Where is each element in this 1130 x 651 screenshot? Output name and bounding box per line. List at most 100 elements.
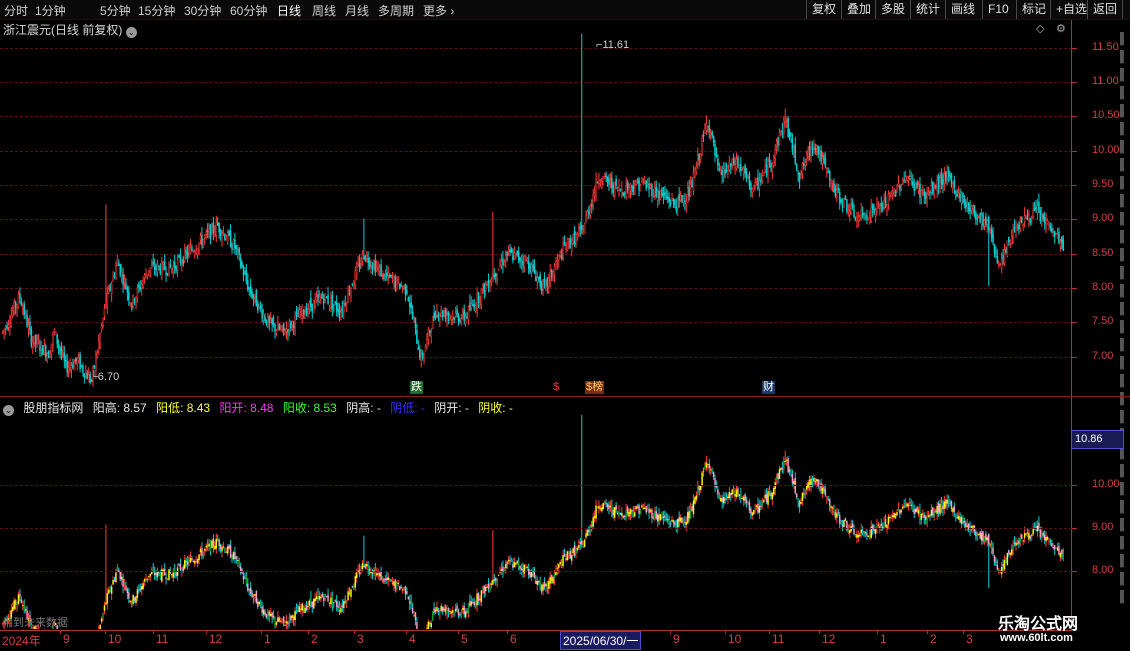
candlestick-chart[interactable] xyxy=(0,20,1070,396)
candle-body xyxy=(786,121,787,122)
event-marker-drop[interactable]: 跌 xyxy=(410,381,423,394)
candle-body xyxy=(845,196,846,200)
period-tab[interactable]: 1分钟 xyxy=(35,2,66,19)
indicator-bar xyxy=(815,481,816,483)
indicator-bar xyxy=(670,523,671,524)
indicator-bar xyxy=(327,595,328,602)
indicator-bar xyxy=(825,489,826,495)
indicator-bar xyxy=(263,610,264,615)
candle-body xyxy=(851,206,852,213)
event-marker-dollar[interactable]: $ xyxy=(552,381,560,394)
candle-body xyxy=(785,122,786,123)
x-tick-label: 9 xyxy=(63,632,70,646)
indicator-bar xyxy=(856,534,857,538)
indicator-bar xyxy=(694,497,695,504)
candle-body xyxy=(518,252,519,260)
candle-body xyxy=(325,294,326,299)
indicator-bar xyxy=(12,607,13,611)
event-marker-ranking[interactable]: $榜 xyxy=(585,381,604,394)
more-menu[interactable]: 更多 › xyxy=(423,2,454,19)
candle-body xyxy=(985,216,986,224)
period-tab[interactable]: 月线 xyxy=(345,2,369,19)
indicator-chart[interactable] xyxy=(0,415,1070,629)
indicator-bar xyxy=(832,507,833,508)
indicator-bar xyxy=(764,495,765,499)
x-tick xyxy=(769,630,770,634)
indicator-bar xyxy=(416,622,417,629)
right-button[interactable]: 统计 xyxy=(910,0,945,19)
candle-body xyxy=(32,342,33,348)
candle-body xyxy=(1033,210,1034,217)
indicator-title[interactable]: ⌄ 股朋指标网 阳高: 8.57 阳低: 8.43 阳开: 8.48 阳收: 8… xyxy=(3,399,519,416)
candle-body xyxy=(816,146,817,149)
right-edge-panel: ▌▌▌▌▌▌▌▌▌▌▌▌▌▌▌▌▌▌▌▌▌▌▌▌▌▌▌▌▌▌▌▌ xyxy=(1120,30,1130,606)
candle-body xyxy=(520,258,521,262)
indicator-bar xyxy=(967,525,968,526)
indicator-bar xyxy=(934,512,935,517)
candle-body xyxy=(121,272,122,276)
indicator-field: 阳收: 8.53 xyxy=(283,401,337,415)
candle-body xyxy=(763,172,764,175)
indicator-bar xyxy=(243,576,244,580)
candle-body xyxy=(553,272,554,280)
indicator-bar xyxy=(194,561,195,564)
indicator-bar xyxy=(372,572,373,574)
right-button[interactable]: +自选 xyxy=(1050,0,1092,19)
indicator-bar xyxy=(160,574,161,579)
indicator-bar xyxy=(413,615,414,616)
indicator-bar xyxy=(257,602,258,607)
indicator-bar xyxy=(575,548,576,554)
period-tab[interactable]: 15分钟 xyxy=(138,2,175,19)
candle-body xyxy=(1010,241,1011,243)
pane-separator[interactable] xyxy=(0,396,1130,397)
candle-body xyxy=(818,146,819,155)
indicator-bar xyxy=(641,505,642,507)
indicator-bar xyxy=(936,506,937,514)
candle-body xyxy=(1024,216,1025,222)
indicator-bar xyxy=(317,594,318,597)
candle-body xyxy=(381,265,382,277)
candle-body xyxy=(616,179,617,185)
indicator-bar xyxy=(13,600,14,609)
x-tick xyxy=(877,630,878,634)
indicator-bar xyxy=(686,522,687,525)
right-button[interactable]: 画线 xyxy=(945,0,980,19)
indicator-bar xyxy=(439,610,440,613)
candle-body xyxy=(573,235,574,241)
indicator-bar xyxy=(1025,533,1026,534)
right-button[interactable]: 叠加 xyxy=(841,0,876,19)
chevron-down-icon[interactable]: ⌄ xyxy=(3,405,14,416)
period-tab[interactable]: 多周期 xyxy=(378,2,414,19)
candle-body xyxy=(639,179,640,190)
period-tab[interactable]: 5分钟 xyxy=(100,2,131,19)
indicator-bar xyxy=(760,506,761,507)
right-button[interactable]: 多股 xyxy=(875,0,910,19)
indicator-bar xyxy=(409,601,410,604)
candle-body xyxy=(918,185,919,190)
candle-body xyxy=(1021,217,1022,223)
indicator-bar xyxy=(568,552,569,553)
candle-body xyxy=(243,270,244,275)
right-button[interactable]: 复权 xyxy=(806,0,841,19)
period-tab[interactable]: 周线 xyxy=(312,2,336,19)
candle-body xyxy=(81,366,82,367)
period-tab[interactable]: 分时 xyxy=(4,2,28,19)
period-tab-active[interactable]: 日线 xyxy=(277,2,301,19)
right-button[interactable]: F10 xyxy=(982,0,1014,19)
candle-body xyxy=(177,260,178,271)
candle-body xyxy=(279,325,280,330)
indicator-bar xyxy=(620,513,621,514)
event-marker-finance[interactable]: 财 xyxy=(762,381,775,394)
indicator-bar xyxy=(891,516,892,519)
period-tab[interactable]: 30分钟 xyxy=(184,2,221,19)
indicator-bar xyxy=(664,516,665,518)
indicator-bar xyxy=(796,494,797,498)
indicator-bar xyxy=(653,518,654,519)
indicator-bar xyxy=(909,502,910,503)
candle-body xyxy=(874,209,875,212)
period-tab[interactable]: 60分钟 xyxy=(230,2,267,19)
indicator-bar xyxy=(142,583,143,589)
right-button[interactable]: 标记 xyxy=(1016,0,1051,19)
indicator-bar xyxy=(99,625,100,629)
right-button[interactable]: 返回 xyxy=(1087,0,1123,19)
